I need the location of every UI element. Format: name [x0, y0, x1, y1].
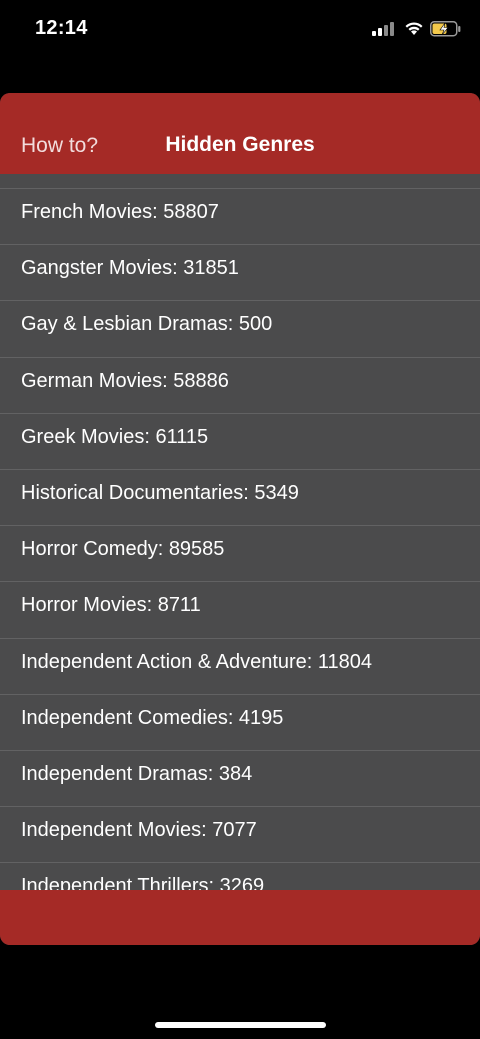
list-item-label: Independent Thrillers: 3269: [21, 875, 265, 890]
hidden-genres-sheet: How to? Hidden Genres French Movies: 588…: [0, 93, 480, 945]
list-item[interactable]: German Movies: 58886: [0, 358, 480, 414]
list-item-label: Independent Dramas: 384: [21, 762, 253, 785]
list-item[interactable]: Gangster Movies: 31851: [0, 245, 480, 302]
status-bar: 12:14: [0, 0, 480, 60]
list-item-label: Gangster Movies: 31851: [21, 257, 239, 280]
status-time: 12:14: [35, 17, 88, 39]
list-item[interactable]: Independent Movies: 7077: [0, 807, 480, 864]
signal-icon: [372, 22, 394, 36]
page-title: Hidden Genres: [165, 133, 315, 156]
list-item[interactable]: French Movies: 58807: [0, 189, 480, 246]
list-item[interactable]: Independent Comedies: 4195: [0, 695, 480, 751]
list-item[interactable]: Independent Action & Adventure: 11804: [0, 639, 480, 695]
list-item[interactable]: Independent Dramas: 384: [0, 751, 480, 808]
list-item[interactable]: Greek Movies: 61115: [0, 414, 480, 470]
list-item-label: Horror Comedy: 89585: [21, 538, 225, 561]
list-item-label: Independent Movies: 7077: [21, 819, 257, 842]
list-item-label: Greek Movies: 61115: [21, 425, 209, 448]
list-item[interactable]: Gay & Lesbian Dramas: 500: [0, 301, 480, 358]
list-item[interactable]: Horror Comedy: 89585: [0, 526, 480, 583]
list-item-label: Independent Comedies: 4195: [21, 706, 284, 729]
list-item-label: Horror Movies: 8711: [21, 594, 201, 617]
list-item-label: German Movies: 58886: [21, 369, 229, 392]
wifi-icon: [405, 22, 423, 35]
battery-charging-icon: [430, 21, 461, 37]
list-item[interactable]: Independent Thrillers: 3269: [0, 863, 480, 890]
list-item[interactable]: Historical Documentaries: 5349: [0, 470, 480, 527]
genre-list[interactable]: French Movies: 58807 Gangster Movies: 31…: [0, 174, 480, 890]
bottom-bar: [0, 890, 480, 945]
nav-bar: How to? Hidden Genres: [0, 93, 480, 174]
list-item[interactable]: Horror Movies: 8711: [0, 582, 480, 639]
home-indicator[interactable]: [155, 1022, 326, 1028]
list-item-label: Gay & Lesbian Dramas: 500: [21, 313, 273, 336]
list-item-label: Independent Action & Adventure: 11804: [21, 650, 373, 673]
list-item-label: Historical Documentaries: 5349: [21, 481, 299, 504]
list-item-label: French Movies: 58807: [21, 201, 219, 223]
